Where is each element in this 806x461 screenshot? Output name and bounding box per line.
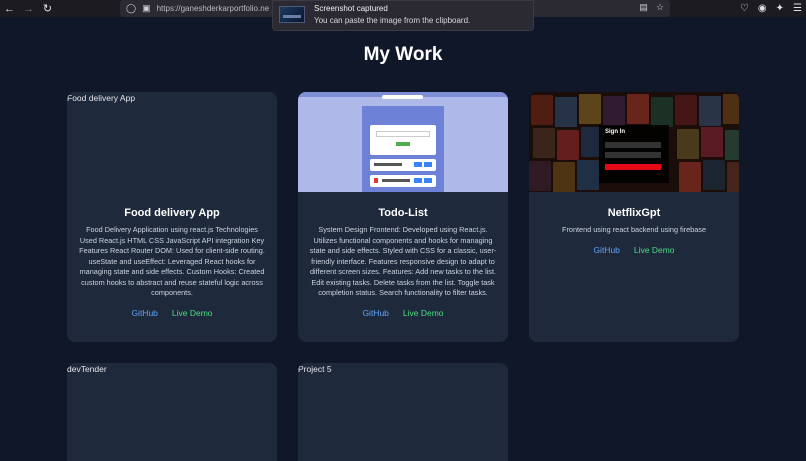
project-description: System Design Frontend: Developed using … [309,225,497,297]
screenshot-thumbnail [279,6,305,23]
screenshot-notification[interactable]: Screenshot captured You can paste the im… [272,0,534,31]
project-image-alt: devTender [67,364,107,374]
pocket-icon[interactable]: ♡ [740,3,749,14]
reload-button[interactable]: ↻ [38,0,57,17]
github-link[interactable]: GitHub [131,308,157,318]
menu-icon[interactable]: ☰ [793,3,802,14]
arrow-right-icon: → [23,2,34,15]
project-card-netflixgpt: Sign In NetflixGpt Frontend using react … [529,92,739,342]
bookmark-star-icon[interactable]: ☆ [656,2,664,13]
notification-title: Screenshot captured [314,4,388,13]
reader-view-icon[interactable]: ▤ [639,2,648,13]
account-icon[interactable]: ◉ [758,3,767,14]
signin-heading: Sign In [605,129,625,135]
live-demo-link[interactable]: Live Demo [172,308,213,318]
project-description: Food Delivery Application using react.js… [79,225,265,297]
live-demo-link[interactable]: Live Demo [634,245,675,255]
arrow-left-icon: ← [4,2,15,15]
lock-icon: ▣ [142,3,151,13]
project-card-project-5: Project 5 [298,363,508,461]
forward-button[interactable]: → [19,0,38,17]
url-text[interactable]: https://ganeshderkarportfolio.ne [157,4,275,13]
project-image-alt: Project 5 [298,364,332,374]
project-title: NetflixGpt [607,207,661,219]
project-card-todo-list: Todo-List System Design Frontend: Develo… [298,92,508,342]
reload-icon: ↻ [42,3,53,15]
project-description: Frontend using react backend using fireb… [562,225,706,234]
live-demo-link[interactable]: Live Demo [403,308,444,318]
project-card-devtender: devTender [67,363,277,461]
github-link[interactable]: GitHub [362,308,388,318]
project-card-food-delivery: Food delivery App Food delivery App Food… [67,92,277,342]
notification-message: You can paste the image from the clipboa… [314,16,471,25]
github-link[interactable]: GitHub [593,245,619,255]
project-image: Sign In [529,92,739,192]
project-title: Todo-List [378,207,428,219]
extensions-icon[interactable]: ✦ [776,3,784,14]
project-image [298,92,508,192]
signin-form-preview: Sign In [599,125,669,183]
shield-icon: ◯ [126,3,137,13]
page-title: My Work [363,44,443,65]
back-button[interactable]: ← [0,0,19,17]
project-title: Food delivery App [124,207,220,219]
project-image-alt: Food delivery App [67,93,136,103]
